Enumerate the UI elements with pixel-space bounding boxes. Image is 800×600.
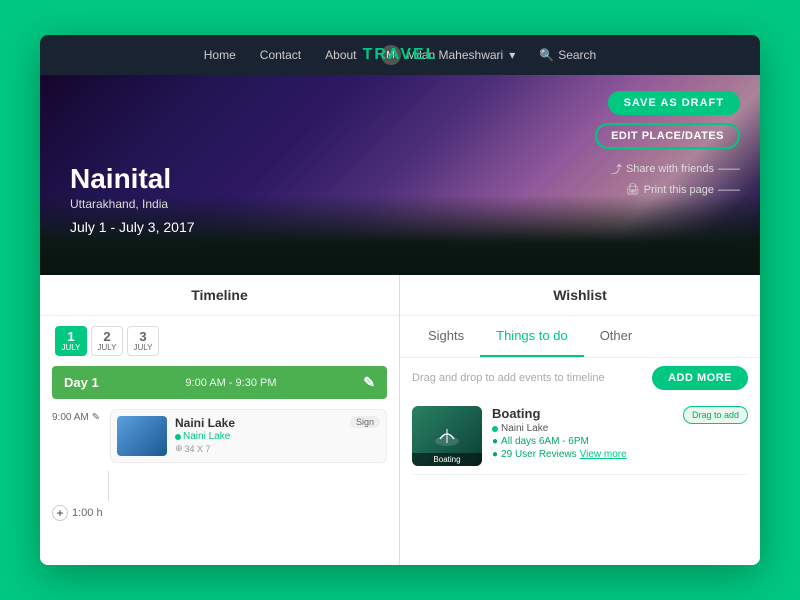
print-arrow-icon: —— [718,184,740,196]
hero-section: Nainital Uttarakhand, India July 1 - Jul… [40,75,760,275]
wishlist-item-reviews: ● 29 User Reviews View more [492,449,673,460]
day-bar-time: 9:00 AM - 9:30 PM [185,377,276,389]
app-container: Home Contact About M Milan Maheshwari ▾ … [40,35,760,565]
print-link[interactable]: 🖨 Print this page —— [626,183,740,196]
nav-search-label: Search [558,48,596,62]
tab-things-to-do[interactable]: Things to do [480,316,584,357]
wishlist-item-name: Boating [492,406,673,421]
coords-text: 34 X 7 [185,444,211,454]
day-tabs: 1 JULY 2 JULY 3 JULY [40,316,399,366]
activity-tag: Sign [350,416,380,428]
navbar: Home Contact About M Milan Maheshwari ▾ … [40,35,760,75]
location-dot-icon [175,434,181,440]
wishlist-tabs: Sights Things to do Other [400,316,760,358]
clock-icon: ● [492,436,498,447]
main-content: Timeline 1 JULY 2 JULY 3 JULY Day 1 9:00… [40,275,760,565]
day-tab-3[interactable]: 3 JULY [127,326,159,356]
duration-block: + 1:00 h [52,505,387,521]
activity-location: Naini Lake [175,431,342,442]
wishlist-item-hours: ● All days 6AM - 6PM [492,436,673,447]
time-label: 9:00 AM ✎ [52,409,102,423]
wishlist-controls: Drag and drop to add events to timeline … [400,358,760,398]
day-tab-1-num: 1 [67,330,74,343]
wishlist-header: Wishlist [400,275,760,316]
brand-logo[interactable]: TRAVEL [363,46,438,64]
activity-card: Naini Lake Naini Lake ⊕ 34 X 7 Sign [110,409,387,463]
timeline-line [108,471,109,501]
activity-coords: ⊕ 34 X 7 [175,443,342,454]
tab-other[interactable]: Other [584,316,649,357]
boating-icon [432,421,462,451]
print-icon: 🖨 [626,183,640,196]
day-bar: Day 1 9:00 AM - 9:30 PM ✎ [52,366,387,399]
wishlist-item: Boating Boating Naini Lake ● All days 6A… [412,398,748,475]
share-link[interactable]: ⤴ Share with friends —— [611,161,740,177]
nav-contact[interactable]: Contact [260,48,301,62]
brand-text: TRAVE [363,46,426,63]
wishlist-panel: Wishlist Sights Things to do Other Drag … [400,275,760,565]
day-tab-3-month: JULY [134,343,153,352]
star-icon: ● [492,449,498,460]
day-tab-3-num: 3 [139,330,146,343]
nav-home[interactable]: Home [204,48,236,62]
activity-info: Naini Lake Naini Lake ⊕ 34 X 7 [175,416,342,454]
dnd-hint: Drag and drop to add events to timeline [412,372,605,384]
duration-text: 1:00 h [72,507,103,519]
time-edit-icon[interactable]: ✎ [92,412,100,423]
hero-content: Nainital Uttarakhand, India July 1 - Jul… [70,163,195,235]
wishlist-item-subloc: Naini Lake [492,423,673,434]
wishlist-item-actions: Drag to add [683,406,748,424]
hours-text: All days 6AM - 6PM [501,436,589,447]
hero-dates: July 1 - July 3, 2017 [70,219,195,235]
edit-icon[interactable]: ✎ [363,374,375,391]
activity-loc-text: Naini Lake [183,431,230,442]
timeline-header: Timeline [40,275,399,316]
share-label: Share with friends [626,163,714,175]
reviews-text: 29 User Reviews [501,449,577,460]
activity-img-inner [117,416,167,456]
time-text: 9:00 AM [52,412,89,423]
hero-actions: SAVE AS DRAFT EDIT PLACE/DATES ⤴ Share w… [595,91,740,196]
edit-place-button[interactable]: EDIT PLACE/DATES [595,123,740,149]
add-more-button[interactable]: ADD MORE [652,366,748,390]
activity-name: Naini Lake [175,416,342,430]
wishlist-item-label: Boating [412,453,482,466]
day-tab-1-month: JULY [62,343,81,352]
day-tab-1[interactable]: 1 JULY [55,326,87,356]
print-label: Print this page [644,184,714,196]
save-draft-button[interactable]: SAVE AS DRAFT [608,91,740,115]
nav-search[interactable]: 🔍 Search [539,48,596,62]
wishlist-item-info: Boating Naini Lake ● All days 6AM - 6PM … [492,406,673,460]
share-arrow-icon: —— [718,163,740,175]
timeline-panel: Timeline 1 JULY 2 JULY 3 JULY Day 1 9:00… [40,275,400,565]
wishlist-loc-dot-icon [492,426,498,432]
hero-city: Nainital [70,163,195,195]
add-duration-button[interactable]: + [52,505,68,521]
hero-region: Uttarakhand, India [70,197,195,211]
view-more-link[interactable]: View more [580,449,627,460]
day-bar-label: Day 1 [64,375,99,390]
day-tab-2-num: 2 [103,330,110,343]
drag-to-add-button[interactable]: Drag to add [683,406,748,424]
tab-sights[interactable]: Sights [412,316,480,357]
search-icon: 🔍 [539,48,554,62]
hero-links: ⤴ Share with friends —— 🖨 Print this pag… [611,161,740,196]
time-slot: 9:00 AM ✎ Naini Lake Naini Lake [52,409,387,463]
nav-about[interactable]: About [325,48,356,62]
coords-icon: ⊕ [175,443,183,454]
timeline-scroll: 9:00 AM ✎ Naini Lake Naini Lake [40,399,399,565]
chevron-down-icon: ▾ [509,48,515,62]
day-tab-2-month: JULY [98,343,117,352]
share-icon: ⤴ [611,161,622,177]
brand-highlight: L [426,46,438,63]
wishlist-item-image: Boating [412,406,482,466]
day-tab-2[interactable]: 2 JULY [91,326,123,356]
wishlist-scroll: Boating Boating Naini Lake ● All days 6A… [400,398,760,565]
activity-image [117,416,167,456]
wishlist-item-location: Naini Lake [501,423,548,434]
